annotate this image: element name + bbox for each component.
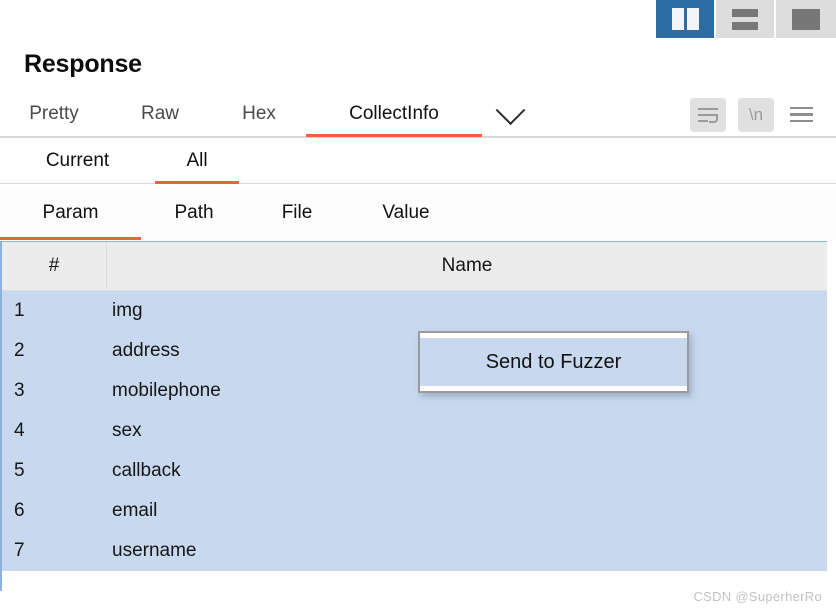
response-view-tabs: Pretty Raw Hex CollectInfo \n <box>0 93 836 138</box>
table-header-row: # Name <box>2 242 827 291</box>
context-menu: Send to Fuzzer <box>418 331 689 393</box>
scope-tabs: Current All <box>0 140 836 184</box>
cell-index: 1 <box>14 300 25 321</box>
view-toggle-group <box>656 0 836 42</box>
table-row[interactable]: 5 callback <box>2 451 827 491</box>
table-row[interactable]: 7 username <box>2 531 827 571</box>
column-header-name[interactable]: Name <box>107 242 827 290</box>
show-newlines-button[interactable]: \n <box>738 97 774 132</box>
cell-name: callback <box>112 460 181 481</box>
word-wrap-icon <box>698 107 718 123</box>
tab-pretty[interactable]: Pretty <box>0 92 108 137</box>
chevron-down-icon <box>495 95 525 126</box>
tab-collectinfo[interactable]: CollectInfo <box>306 92 482 137</box>
tab-file[interactable]: File <box>247 190 347 240</box>
menu-button[interactable] <box>786 98 816 132</box>
split-horizontal-icon <box>732 8 758 30</box>
table-row[interactable]: 6 email <box>2 491 827 531</box>
page-title: Response <box>24 50 142 78</box>
tabs-overflow-button[interactable] <box>482 92 538 137</box>
column-header-index[interactable]: # <box>2 242 107 290</box>
cell-index: 4 <box>14 420 25 441</box>
context-menu-item-send-to-fuzzer[interactable]: Send to Fuzzer <box>420 338 687 386</box>
split-horizontal-view-button[interactable] <box>716 0 776 38</box>
tab-all[interactable]: All <box>155 140 239 184</box>
tab-hex[interactable]: Hex <box>212 92 306 137</box>
tab-raw[interactable]: Raw <box>108 92 212 137</box>
cell-name: email <box>112 500 158 521</box>
tab-path[interactable]: Path <box>141 190 247 240</box>
cell-name: sex <box>112 420 142 441</box>
tab-current[interactable]: Current <box>0 140 155 184</box>
table-body: 1 img 2 address 3 mobilephone 4 sex 5 ca… <box>2 291 827 571</box>
single-pane-icon <box>792 8 820 30</box>
table-row[interactable]: 4 sex <box>2 411 827 451</box>
cell-index: 5 <box>14 460 25 481</box>
cell-index: 7 <box>14 540 25 561</box>
tab-param[interactable]: Param <box>0 190 141 240</box>
cell-index: 2 <box>14 340 25 361</box>
cell-index: 6 <box>14 500 25 521</box>
param-table: # Name 1 img 2 address 3 mobilephone 4 s… <box>0 241 827 591</box>
split-vertical-icon <box>671 8 699 30</box>
response-toolbar: \n <box>690 92 836 137</box>
cell-name: username <box>112 540 197 561</box>
cell-name: img <box>112 300 143 321</box>
word-wrap-button[interactable] <box>690 97 726 132</box>
table-row[interactable]: 1 img <box>2 291 827 331</box>
table-row[interactable]: 3 mobilephone <box>2 371 827 411</box>
split-vertical-view-button[interactable] <box>656 0 716 38</box>
hamburger-menu-icon <box>789 106 813 123</box>
field-type-tabs: Param Path File Value <box>0 190 836 240</box>
table-row[interactable]: 2 address <box>2 331 827 371</box>
newline-icon: \n <box>748 105 764 124</box>
tab-value[interactable]: Value <box>347 190 465 240</box>
cell-index: 3 <box>14 380 25 401</box>
single-pane-view-button[interactable] <box>776 0 836 38</box>
watermark: CSDN @SuperherRo <box>693 589 822 604</box>
